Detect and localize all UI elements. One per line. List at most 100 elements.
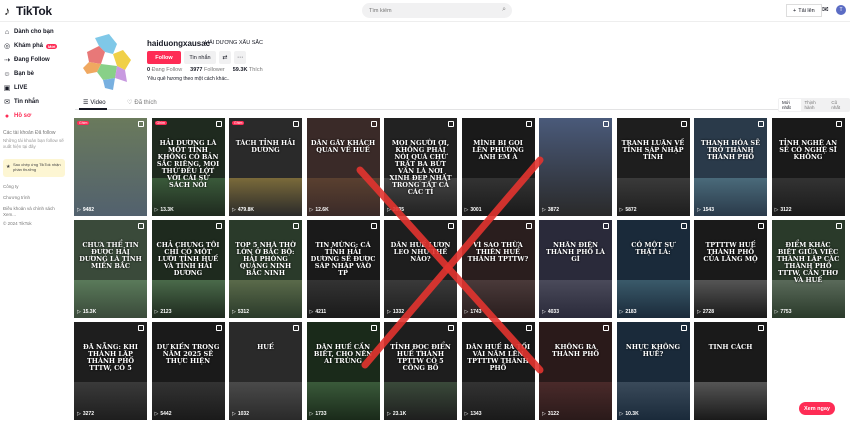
view-count: ▷ 1543 — [697, 207, 714, 213]
photo-mode-icon — [758, 325, 764, 331]
view-count: ▷ 23.1K — [387, 411, 407, 417]
tab-video[interactable]: ☰ Video — [83, 99, 106, 107]
suggest-account-icon[interactable]: ⇄ — [219, 51, 231, 64]
video-tile[interactable]: VÌ SAO THỪA THIÊN HUẾ THÀNH TPTTW? ▷ 1743 — [461, 220, 535, 318]
view-count: ▷ 2123 — [154, 309, 172, 315]
view-count: ▷ 4033 — [542, 309, 559, 315]
photo-mode-icon — [680, 223, 687, 229]
video-tile[interactable]: TINH CÁCH — [694, 322, 767, 420]
video-tile[interactable]: DÂN GÂY KHÁCH QUAN VỀ HUẾ ▷ 12.6K — [306, 118, 380, 216]
play-icon: ▷ — [619, 411, 624, 417]
video-tile[interactable]: CHẢ CHƯNG TÔI CHỈ CÓ MỘT LƯỚI TỈNH HUẾ V… — [151, 220, 225, 318]
video-tile[interactable]: ▷ 3872 — [539, 118, 612, 216]
link-more[interactable]: Xem... — [3, 212, 16, 217]
video-caption: NHÂN ĐIỆN THÀNH PHỐ LÀ GÌ — [546, 241, 605, 263]
watch-now-button[interactable]: Xem ngay — [799, 402, 835, 415]
tiktok-note-icon: ♪ — [4, 4, 10, 18]
follow-button[interactable]: Follow — [147, 51, 181, 64]
play-icon: ▷ — [309, 207, 314, 213]
view-count: ▷ 1743 — [464, 309, 482, 315]
inbox-icon[interactable]: ✉ — [822, 5, 832, 15]
sidebar-item-for-you[interactable]: ⌂ Dành cho bạn — [3, 26, 54, 38]
search-box[interactable]: ⌕ — [362, 3, 512, 18]
play-icon: ▷ — [77, 309, 81, 315]
sidebar-item-following[interactable]: ⇢ Đang Follow — [3, 54, 50, 66]
photo-mode-icon — [448, 325, 454, 331]
copyright: © 2024 TikTok — [3, 221, 32, 226]
view-count: ▷ 2035 — [387, 207, 404, 213]
promo-card[interactable]: ★ Sao chép ứng TikTok nhận phần thưởng — [3, 159, 65, 177]
video-tile[interactable]: Ghim TÁCH TỈNH HẢI DƯƠNG ▷ 479.8K — [229, 118, 302, 216]
video-tile[interactable]: Ghim ▷ 9482 — [74, 118, 147, 216]
video-tile[interactable]: DÂN HUẾ LƯƠN LEO NHƯ THẾ NÀO? ▷ 1332 — [384, 220, 457, 318]
sidebar-item-explore[interactable]: ◎ Khám phá Mới — [3, 40, 58, 52]
play-icon: ▷ — [309, 411, 314, 417]
video-caption: KHÔNG RA THÀNH PHỐ — [551, 343, 600, 358]
photo-mode-icon — [603, 121, 609, 127]
followed-hint: Những tài khoản bạn follow sẽ xuất hiện … — [3, 138, 64, 149]
sort-oldest[interactable]: Cũ nhất — [828, 99, 849, 111]
sort-latest[interactable]: Mới nhất — [779, 99, 802, 111]
photo-mode-icon — [525, 325, 532, 331]
video-caption: THANH HÓA SẼ TRỞ THÀNH THÀNH PHỐ — [700, 139, 761, 161]
sidebar-item-friends[interactable]: ☺ Bạn bè — [3, 68, 34, 80]
video-tile[interactable]: KHÔNG RA THÀNH PHỐ ▷ 3122 — [539, 322, 612, 420]
video-tile[interactable]: TPTTTW HUẾ THÀNH PHỐ CỦA LĂNG MỘ ▷ 2728 — [694, 220, 767, 318]
sidebar-item-inbox[interactable]: ✉ Tin nhắn — [3, 96, 39, 108]
sidebar-item-profile[interactable]: ● Hồ sơ — [3, 110, 31, 122]
video-tile[interactable]: DÂN HUẾ RA TỐI VÀI NĂM LÊN TPTTTW THÀNH … — [461, 322, 535, 420]
video-caption: DỰ KIẾN TRONG NĂM 2025 SẼ THỰC HIỆN — [156, 343, 220, 365]
play-icon: ▷ — [542, 411, 546, 417]
video-caption: TÁCH TỈNH HẢI DƯƠNG — [235, 139, 296, 154]
video-tile[interactable]: TỈNH NGHỆ AN SẼ CÓ NGHỆ SĨ KHÔNG ▷ 3122 — [771, 118, 845, 216]
video-tile[interactable]: THANH HÓA SẼ TRỞ THÀNH THÀNH PHỐ ▷ 1543 — [694, 118, 767, 216]
video-tile[interactable]: TỈNH ĐỌC ĐIỂN HUẾ THÀNH TPTTW CÓ 5 CÔNG … — [384, 322, 457, 420]
video-tile[interactable]: TRANH LUẬN VỀ TỈNH SÁP NHẬP TỈNH ▷ 5872 — [616, 118, 690, 216]
video-tile[interactable]: MỌI NGƯỜI ƠI, KHÔNG PHẢI NÓI QUÁ CHỨ TRẤ… — [384, 118, 457, 216]
view-count: ▷ 4211 — [309, 309, 327, 315]
video-tile[interactable]: CHƯA THỂ TIN ĐƯỢC HẢI DƯƠNG LÀ TỈNH MIỀN… — [74, 220, 147, 318]
play-icon: ▷ — [154, 411, 159, 417]
link-program[interactable]: Chương trình — [3, 195, 30, 200]
view-count: ▷ 1343 — [464, 411, 482, 417]
video-tile[interactable]: CÓ MỘT SỰ THẬT LÀ: ▷ 2183 — [616, 220, 690, 318]
video-caption: TRANH LUẬN VỀ TỈNH SÁP NHẬP TỈNH — [621, 139, 685, 161]
link-terms[interactable]: Điều khoản và chính sách — [3, 206, 55, 211]
video-caption: CHƯA THỂ TIN ĐƯỢC HẢI DƯƠNG LÀ TỈNH MIỀN… — [79, 241, 142, 270]
tab-underline — [79, 108, 107, 110]
video-tile[interactable]: HUẾ ▷ 1032 — [229, 322, 302, 420]
video-caption: DÂN HUẾ CẦN BIẾT, CHO NÊN AI TRÙNG — [313, 343, 373, 365]
video-tile[interactable]: TIN MỪNG: CÁ TỈNH HẢI DƯƠNG SẼ ĐƯỢC SÁP … — [306, 220, 380, 318]
search-input[interactable] — [369, 7, 489, 14]
photo-mode-icon — [835, 223, 842, 229]
message-button[interactable]: Tin nhắn — [184, 51, 216, 64]
video-tile[interactable]: TOP 5 NHÀ THỜ LỚN Ở BẮC BỘ: HẢI PHÒNG QU… — [229, 220, 302, 318]
video-tile[interactable]: DỰ KIẾN TRONG NĂM 2025 SẼ THỰC HIỆN ▷ 5442 — [151, 322, 225, 420]
upload-button[interactable]: + Tải lên — [786, 4, 822, 17]
video-tile[interactable]: ĐIỂM KHÁC BIỆT GIỮA VIỆC THÀNH LẬP CÁC T… — [771, 220, 845, 318]
tab-liked[interactable]: ♡ Đã thích — [127, 99, 157, 107]
search-icon[interactable]: ⌕ — [502, 6, 506, 14]
video-tile[interactable]: MÌNH BỊ GỌI LÊN PHƯỜNG ANH EM À ▷ 3001 — [461, 118, 535, 216]
sidebar-item-live[interactable]: ▣ LIVE — [3, 82, 28, 94]
sidebar-item-label: Hồ sơ — [14, 113, 32, 119]
link-company[interactable]: Công ty — [3, 184, 19, 189]
tiktok-logo[interactable]: ♪ TikTok — [4, 4, 52, 18]
video-tile[interactable]: DÂN HUẾ CẦN BIẾT, CHO NÊN AI TRÙNG ▷ 1733 — [306, 322, 380, 420]
sidebar-item-label: Bạn bè — [14, 71, 35, 77]
pinned-badge: Ghim — [232, 121, 245, 125]
avatar[interactable]: T — [836, 5, 846, 15]
pinned-badge: Ghim — [77, 121, 90, 125]
photo-mode-icon — [680, 121, 687, 127]
video-tile[interactable]: NHÂN ĐIỆN THÀNH PHỐ LÀ GÌ ▷ 4033 — [539, 220, 612, 318]
top-bar: ♪ TikTok ⌕ + Tải lên ✉ T — [0, 0, 850, 22]
play-icon: ▷ — [697, 207, 701, 213]
plus-icon: + — [793, 7, 797, 14]
video-tile[interactable]: Ghim HẢI DƯƠNG LÀ MỘT TỈNH KHÔNG CÓ BẢN S… — [151, 118, 225, 216]
video-caption: MÌNH BỊ GỌI LÊN PHƯỜNG ANH EM À — [472, 139, 524, 161]
photo-mode-icon — [215, 325, 222, 331]
video-tile[interactable]: NHỰC KHÔNG HUẾ? ▷ 10.3K — [616, 322, 690, 420]
more-icon[interactable]: ⋯ — [234, 51, 246, 64]
sort-popular[interactable]: Thịnh hành — [801, 99, 828, 111]
video-tile[interactable]: ĐÃ NẴNG: KHI THÀNH LẬP THÀNH PHỐ TTTW, C… — [74, 322, 147, 420]
